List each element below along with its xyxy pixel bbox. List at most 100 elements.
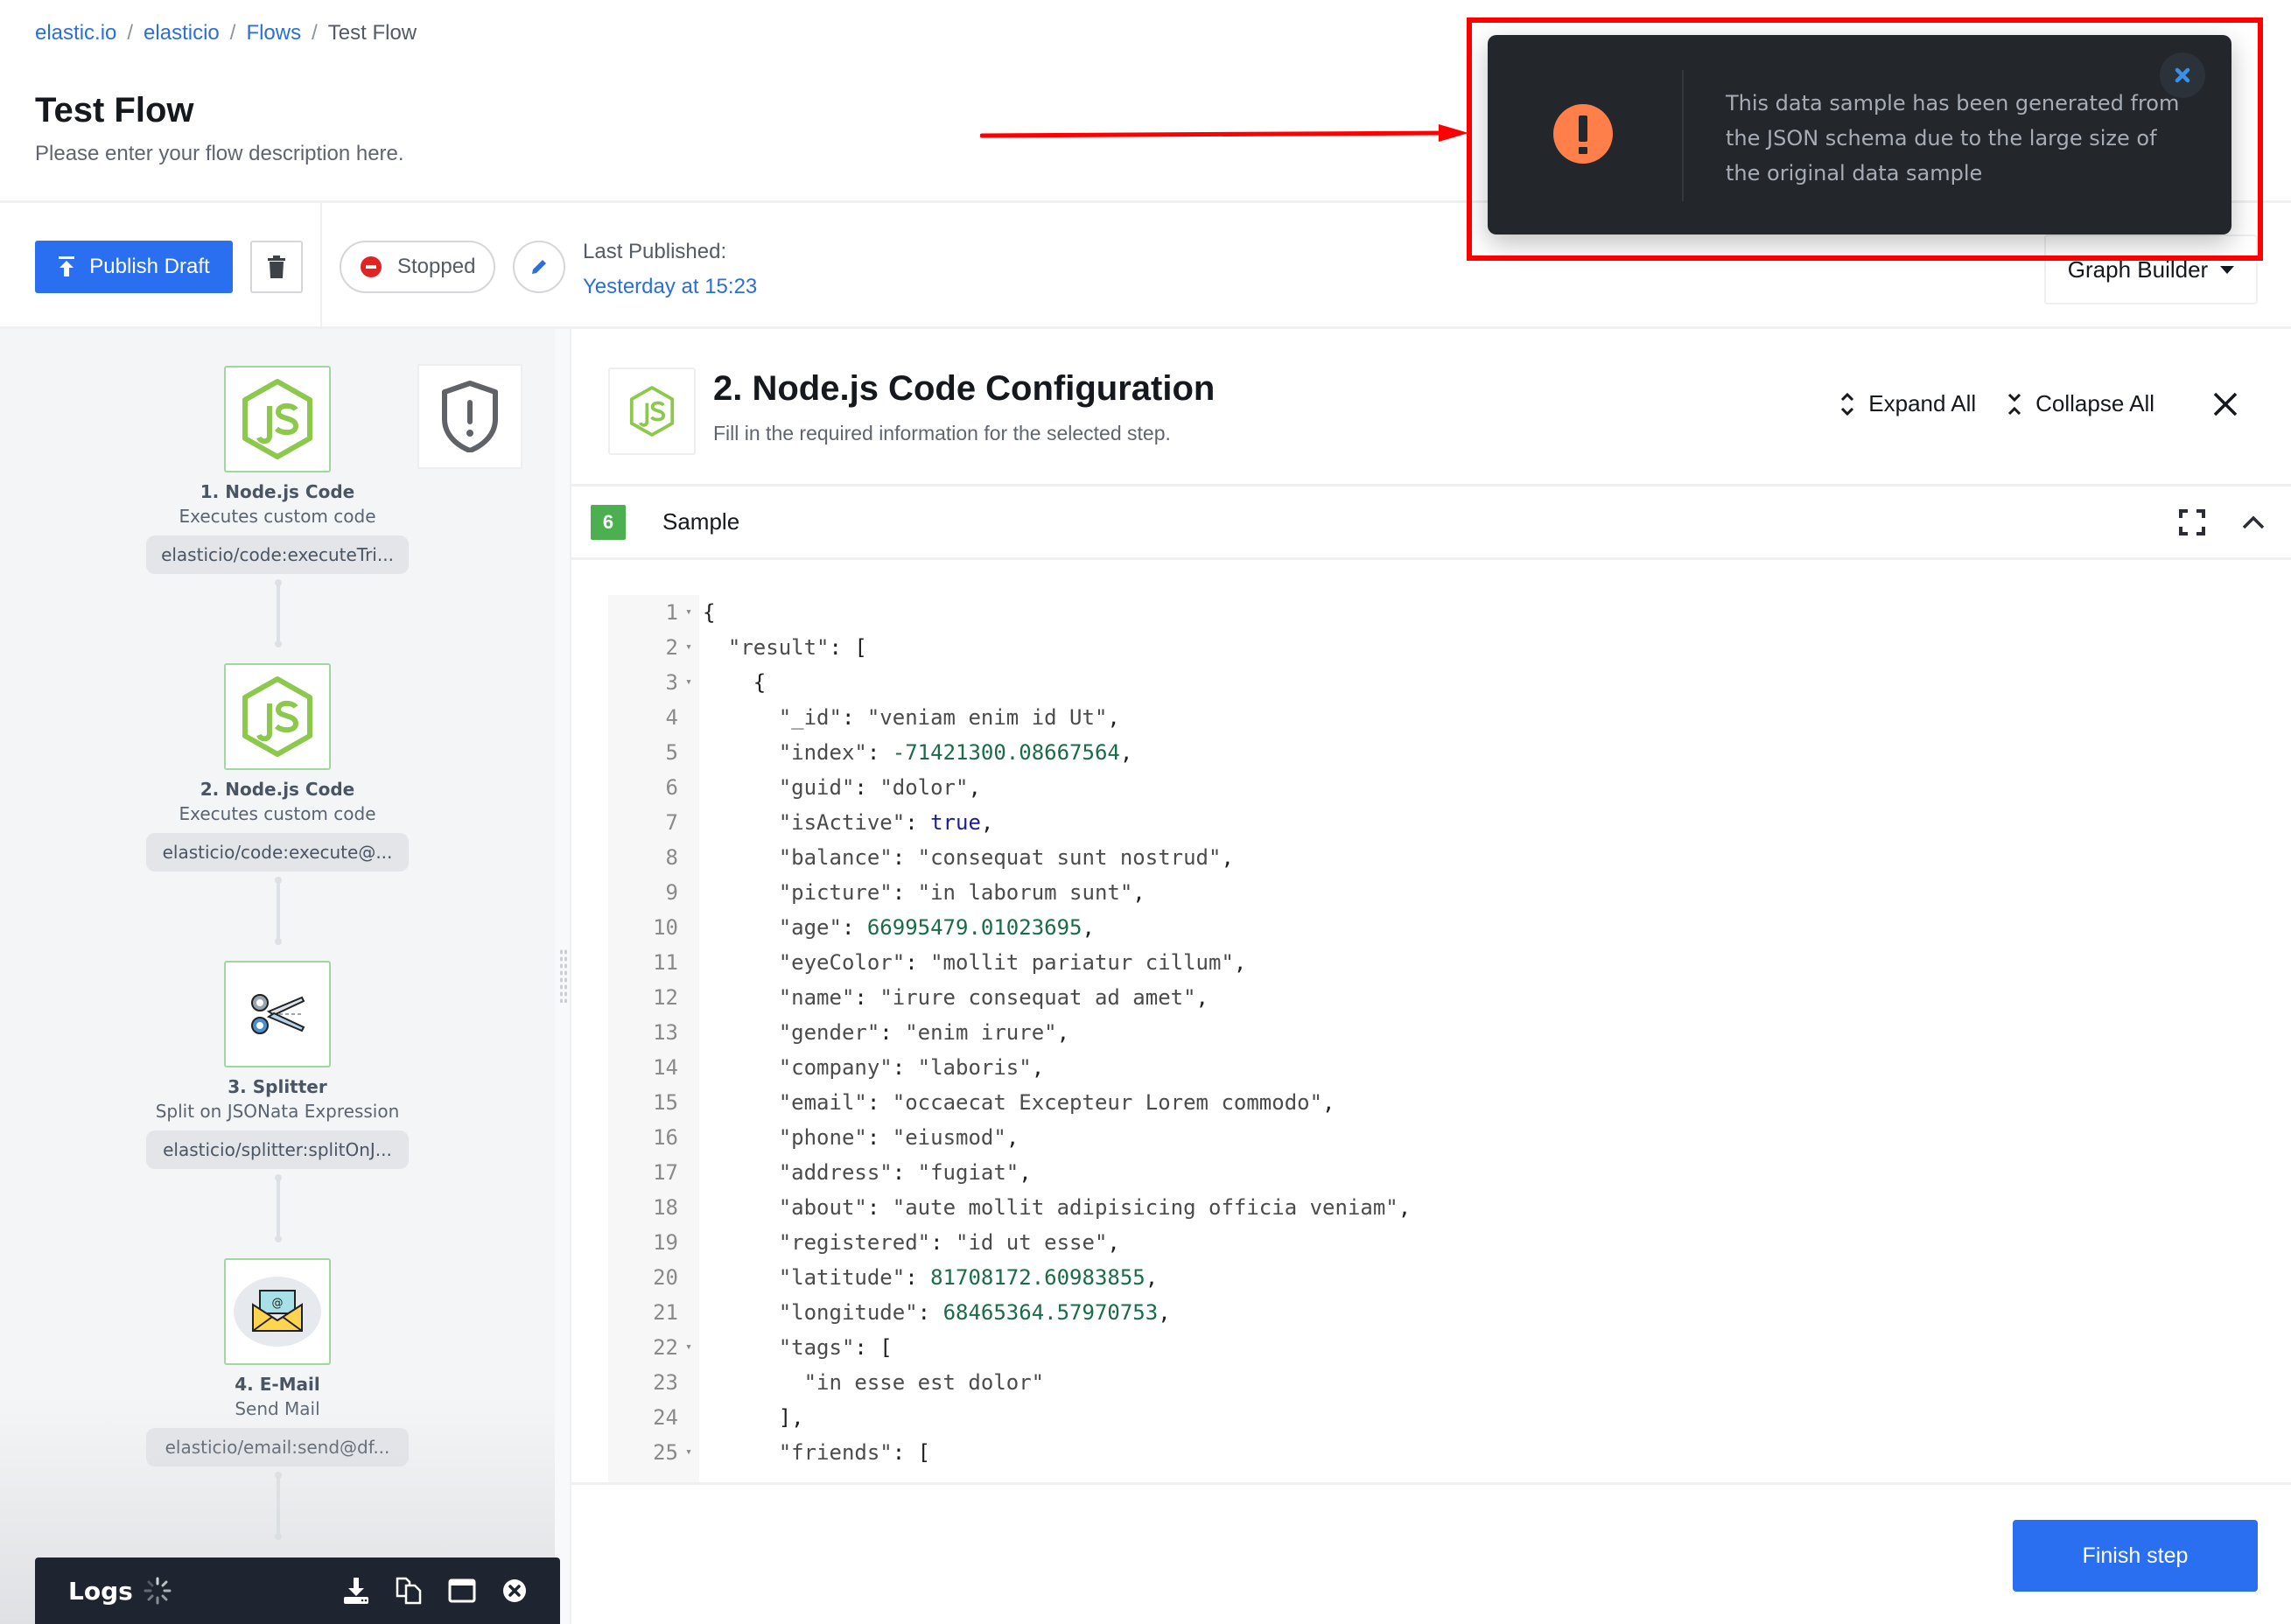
line-number: 9 [665, 880, 678, 905]
code-line[interactable]: 18 "about": "aute mollit adipisicing off… [608, 1190, 1411, 1225]
code-line[interactable]: 3 ▾ { [608, 665, 767, 700]
download-icon[interactable] [343, 1578, 369, 1604]
breadcrumb-item-current: Test Flow [327, 21, 417, 45]
page-description[interactable]: Please enter your flow description here. [35, 142, 404, 166]
node-component-tag: elasticio/splitter:splitOnJ... [146, 1130, 409, 1169]
panel-resize-handle[interactable] [555, 329, 571, 1624]
code-line[interactable]: 19 "registered": "id ut esse", [608, 1225, 1120, 1260]
code-text: "company": "laboris", [699, 1050, 1044, 1085]
code-token: "occaecat Excepteur Lorem commodo" [892, 1090, 1323, 1115]
code-line[interactable]: 5 "index": -71421300.08667564, [608, 735, 1133, 770]
edit-flow-button[interactable] [513, 241, 565, 293]
publish-draft-button[interactable]: Publish Draft [35, 241, 233, 293]
flow-status-toggle[interactable]: Stopped [340, 241, 495, 293]
code-token: "laboris" [917, 1055, 1032, 1080]
code-token: : [905, 950, 931, 975]
code-line[interactable]: 7 "isActive": true, [608, 805, 994, 840]
finish-step-button[interactable]: Finish step [2013, 1520, 2258, 1592]
code-token: "phone" [778, 1125, 867, 1150]
drag-grip-icon[interactable] [559, 948, 568, 1003]
code-text: "_id": "veniam enim id Ut", [699, 700, 1120, 735]
code-token: 81708172.60983855 [930, 1265, 1146, 1290]
window-icon[interactable] [448, 1578, 476, 1603]
code-line[interactable]: 1 ▾{ [608, 595, 716, 630]
breadcrumb-separator: / [127, 21, 134, 45]
page-title[interactable]: Test Flow [35, 91, 193, 130]
close-panel-icon[interactable] [2212, 391, 2238, 417]
last-published-value[interactable]: Yesterday at 15:23 [583, 270, 757, 304]
section-sample-header[interactable]: 6 Sample [571, 486, 2291, 560]
code-line[interactable]: 2 ▾ "result": [ [608, 630, 867, 665]
fold-toggle-icon[interactable]: ▾ [678, 665, 699, 700]
code-token: "enim irure" [905, 1020, 1057, 1045]
code-token: , [1233, 950, 1247, 975]
breadcrumb-item-flows[interactable]: Flows [246, 21, 301, 46]
close-circle-icon[interactable] [502, 1578, 527, 1603]
breadcrumb-item-workspace[interactable]: elasticio [144, 21, 220, 46]
fold-toggle-icon[interactable]: ▾ [678, 1330, 699, 1365]
code-line[interactable]: 6 "guid": "dolor", [608, 770, 981, 805]
code-token: "in laborum sunt" [917, 880, 1133, 905]
code-token: "fugiat" [917, 1160, 1019, 1185]
delete-draft-button[interactable] [250, 241, 303, 293]
line-number: 13 [653, 1020, 678, 1045]
breadcrumb-item-tenant[interactable]: elastic.io [35, 21, 116, 46]
node-component-tag: elasticio/code:executeTri... [146, 536, 409, 574]
last-published: Last Published: Yesterday at 15:23 [583, 234, 757, 304]
code-line[interactable]: 13 "gender": "enim irure", [608, 1015, 1069, 1050]
collapse-all-button[interactable]: Collapse All [2007, 390, 2154, 417]
flow-node-2[interactable]: 2. Node.js Code Executes custom code ela… [85, 663, 470, 872]
code-line[interactable]: 14 "company": "laboris", [608, 1050, 1044, 1085]
code-line[interactable]: 12 "name": "irure consequat ad amet", [608, 980, 1209, 1015]
code-token: , [1019, 1160, 1032, 1185]
code-line[interactable]: 8 "balance": "consequat sunt nostrud", [608, 840, 1234, 875]
expand-all-button[interactable]: Expand All [1840, 390, 1976, 417]
code-line[interactable]: 25 ▾ "friends": [ [608, 1435, 930, 1470]
node-icon-box[interactable]: @ [224, 1258, 331, 1365]
flow-node-3[interactable]: 3. Splitter Split on JSONata Expression … [85, 961, 470, 1169]
node-icon-box[interactable] [224, 366, 331, 472]
fold-toggle-icon[interactable]: ▾ [678, 1435, 699, 1470]
fullscreen-icon[interactable] [2179, 508, 2205, 536]
line-number: 24 [653, 1405, 678, 1430]
code-line[interactable]: 4 "_id": "veniam enim id Ut", [608, 700, 1120, 735]
code-text: "tags": [ [699, 1330, 893, 1365]
logs-bar[interactable]: Logs [35, 1558, 560, 1624]
code-line[interactable]: 22 ▾ "tags": [ [608, 1330, 893, 1365]
line-number: 2 [665, 635, 678, 660]
node-subtitle: Executes custom code [179, 803, 376, 824]
code-token: { [753, 670, 767, 695]
fold-toggle-icon[interactable]: ▾ [678, 595, 699, 630]
code-token: : [866, 1195, 893, 1220]
flow-node-1[interactable]: 1. Node.js Code Executes custom code ela… [85, 366, 470, 574]
step-config-panel: 2. Node.js Code Configuration Fill in th… [571, 329, 2291, 1624]
code-line[interactable]: 16 "phone": "eiusmod", [608, 1120, 1019, 1155]
code-line[interactable]: 9 "picture": "in laborum sunt", [608, 875, 1146, 910]
code-line[interactable]: 17 "address": "fugiat", [608, 1155, 1032, 1190]
code-line[interactable]: 23 "in esse est dolor" [608, 1365, 1044, 1400]
code-line[interactable]: 15 "email": "occaecat Excepteur Lorem co… [608, 1085, 1335, 1120]
toast-close-button[interactable] [2160, 52, 2205, 98]
code-line[interactable]: 20 "latitude": 81708172.60983855, [608, 1260, 1158, 1295]
warning-exclamation-icon [1553, 104, 1613, 164]
code-line[interactable]: 24 ], [608, 1400, 804, 1435]
code-token: "consequat sunt nostrud" [917, 845, 1222, 870]
node-icon-box[interactable] [224, 961, 331, 1068]
node-icon-box[interactable] [224, 663, 331, 770]
line-number: 8 [665, 845, 678, 870]
publish-draft-label: Publish Draft [89, 255, 210, 278]
sample-json-editor[interactable]: 1 ▾{2 ▾ "result": [3 ▾ {4 "_id": "veniam en… [608, 595, 2253, 1483]
copy-icon[interactable] [396, 1577, 422, 1605]
fold-toggle-icon[interactable]: ▾ [678, 630, 699, 665]
flow-node-4[interactable]: @ 4. E-Mail Send Mail elasticio/email:se… [85, 1258, 470, 1466]
code-line[interactable]: 11 "eyeColor": "mollit pariatur cillum", [608, 945, 1246, 980]
line-number: 20 [653, 1265, 678, 1290]
code-line[interactable]: 10 "age": 66995479.01023695, [608, 910, 1095, 945]
code-line[interactable]: 21 "longitude": 68465364.57970753, [608, 1295, 1171, 1330]
chevron-up-icon[interactable] [2242, 514, 2265, 530]
code-token: "guid" [778, 775, 855, 800]
code-text: "name": "irure consequat ad amet", [699, 980, 1209, 1015]
